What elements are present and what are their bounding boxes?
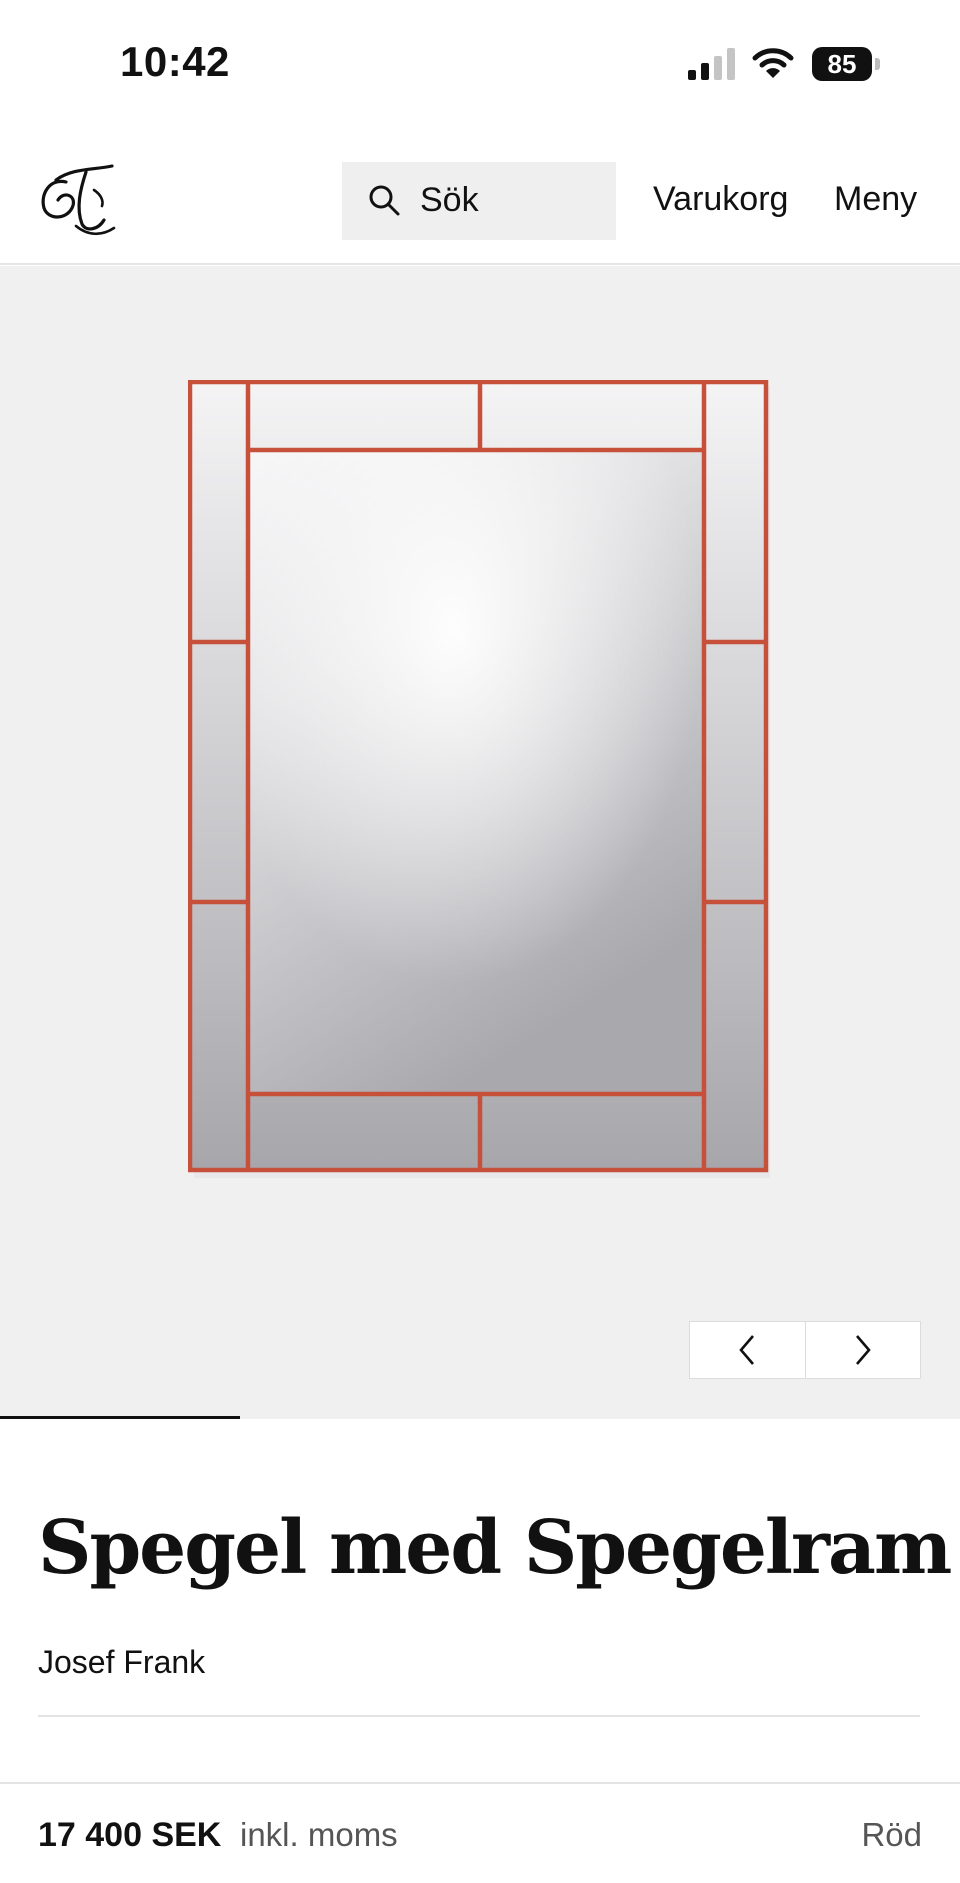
search-placeholder: Sök bbox=[420, 181, 479, 219]
menu-link[interactable]: Meny bbox=[834, 180, 917, 219]
site-header: Sök Varukorg Meny bbox=[0, 120, 960, 265]
price: 17 400 SEK bbox=[38, 1816, 222, 1854]
chevron-right-icon bbox=[855, 1335, 871, 1365]
gallery-progress-fill bbox=[0, 1416, 240, 1419]
signal-icon bbox=[688, 48, 735, 80]
search-icon bbox=[369, 185, 400, 216]
battery-level: 85 bbox=[812, 47, 872, 81]
product-title: Spegel med Spegelram bbox=[38, 1504, 952, 1591]
search-box[interactable]: Sök bbox=[342, 162, 616, 240]
next-image-button[interactable] bbox=[804, 1322, 921, 1378]
cart-link[interactable]: Varukorg bbox=[653, 180, 788, 219]
status-bar: 10:42 85 bbox=[0, 0, 960, 120]
battery-icon: 85 bbox=[812, 47, 882, 81]
status-time: 10:42 bbox=[120, 38, 230, 85]
price-bar: 17 400 SEK inkl. moms Röd bbox=[0, 1782, 960, 1883]
gallery-progress bbox=[0, 1416, 960, 1419]
tax-note: inkl. moms bbox=[240, 1816, 398, 1853]
designer-name[interactable]: Josef Frank bbox=[38, 1644, 205, 1681]
wifi-icon bbox=[752, 48, 794, 78]
carousel-controls bbox=[689, 1321, 921, 1379]
product-gallery bbox=[0, 266, 960, 1419]
divider bbox=[38, 1715, 920, 1717]
product-image-mirror[interactable] bbox=[188, 380, 772, 1180]
color-name[interactable]: Röd bbox=[861, 1816, 922, 1854]
monogram-logo-icon[interactable] bbox=[36, 160, 120, 240]
previous-image-button[interactable] bbox=[690, 1322, 805, 1378]
chevron-left-icon bbox=[739, 1335, 755, 1365]
